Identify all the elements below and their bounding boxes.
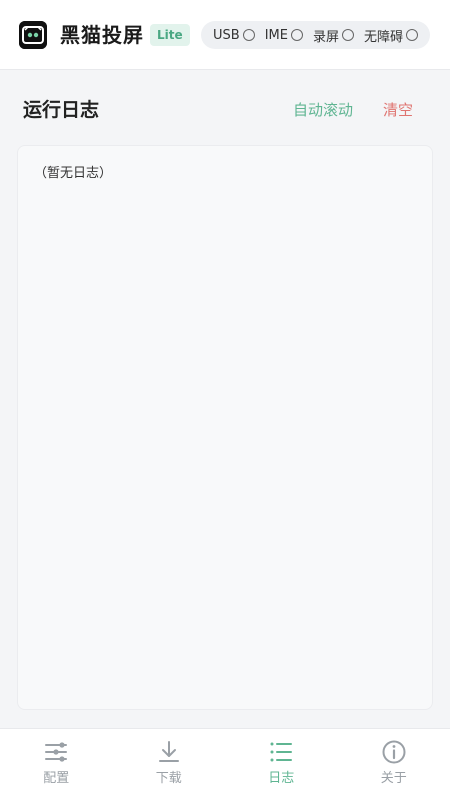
log-output-panel[interactable]: （暂无日志） [17,145,433,710]
app-title: 黑猫投屏 [60,23,144,47]
nav-item-download[interactable]: 下载 [113,729,226,800]
lite-badge: Lite [150,24,190,46]
list-icon [270,742,293,762]
nav-item-config[interactable]: 配置 [0,729,113,800]
info-icon [382,740,406,764]
status-recording: 录屏 [313,26,354,45]
status-ime-dot-icon [290,29,303,41]
download-icon [158,741,179,762]
app-header: 黑猫投屏 Lite USB IME 录屏 无障碍 [0,0,450,70]
status-indicators: USB IME 录屏 无障碍 [201,21,430,49]
nav-item-about[interactable]: 关于 [338,729,450,800]
nav-label-config: 配置 [43,771,70,786]
status-recording-dot-icon [341,29,354,41]
status-accessibility-label: 无障碍 [363,29,403,45]
status-usb-dot-icon [242,29,255,41]
nav-label-about: 关于 [380,771,407,786]
status-usb: USB [213,28,255,43]
nav-label-log: 日志 [268,771,295,786]
log-empty-text: （暂无日志） [34,166,113,181]
sliders-icon [45,742,68,762]
auto-scroll-button[interactable]: 自动滚动 [293,99,353,121]
clear-log-button[interactable]: 清空 [383,99,413,121]
bottom-nav: 配置 下载 日志 关于 [0,728,450,800]
nav-item-log[interactable]: 日志 [225,729,338,800]
status-ime-label: IME [264,27,288,43]
app-logo-icon [19,21,47,49]
nav-label-download: 下载 [155,771,182,786]
status-accessibility: 无障碍 [364,26,418,45]
status-usb-label: USB [213,27,240,43]
status-ime: IME [265,28,303,43]
status-recording-label: 录屏 [312,29,339,45]
status-accessibility-dot-icon [405,29,418,41]
page-title: 运行日志 [23,99,100,121]
